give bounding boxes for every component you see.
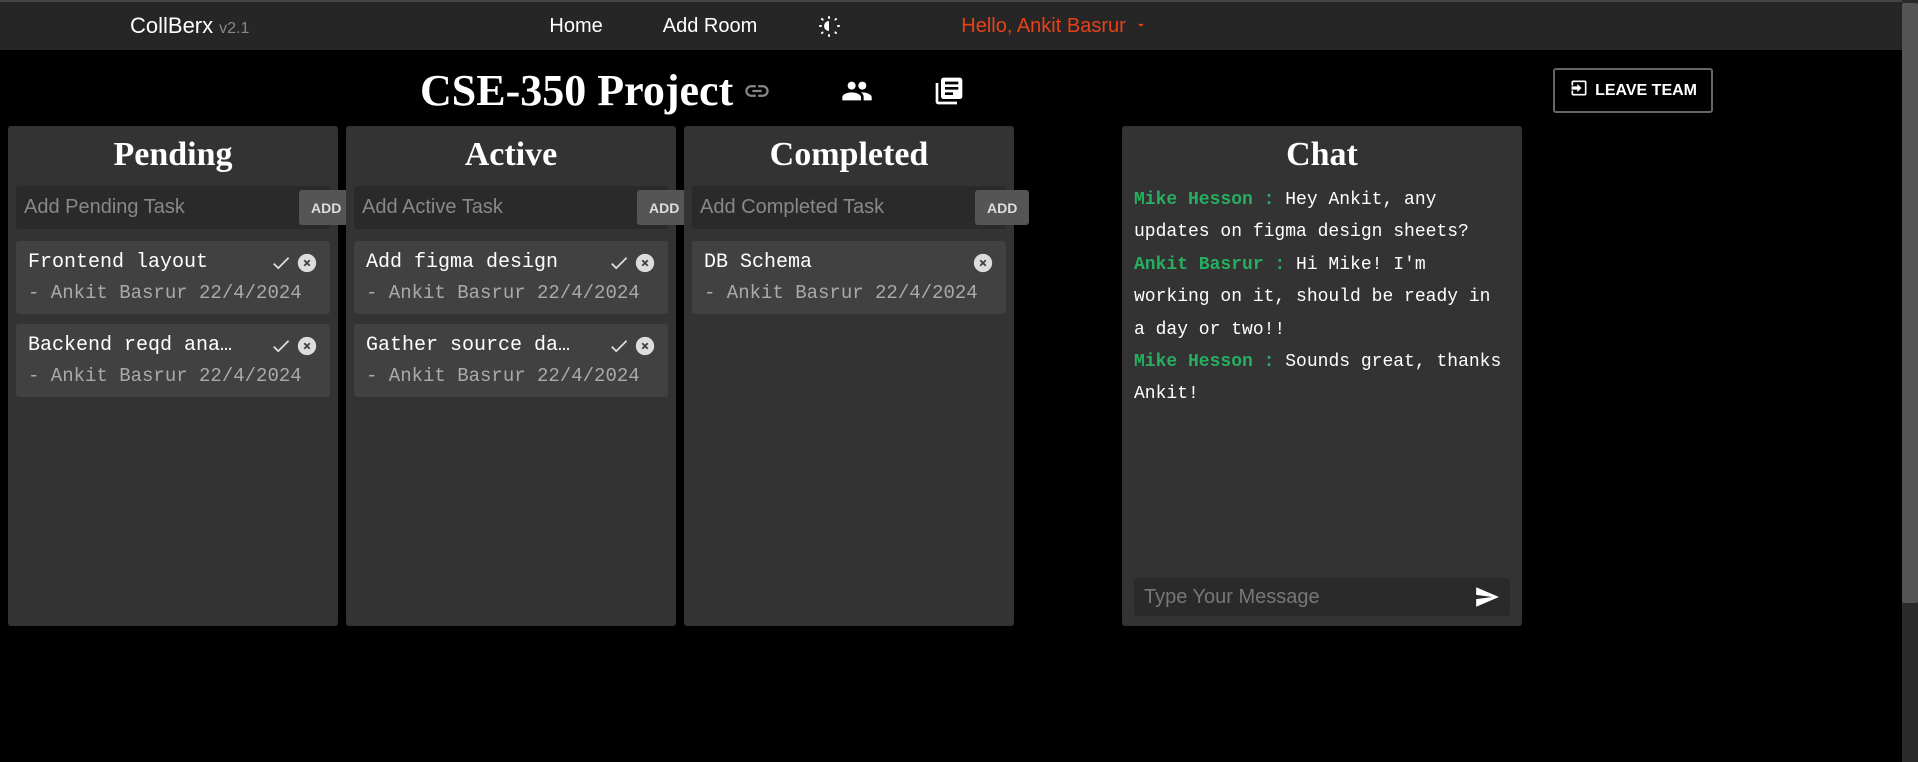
task-icons [608,335,656,357]
send-icon[interactable] [1474,584,1500,610]
chat-input-row [1134,578,1510,616]
column-title: Active [354,136,668,174]
task-icons [270,335,318,357]
add-task-row: ADD [16,186,330,229]
task-title-row: DB Schema [704,251,994,274]
task-icons [972,252,994,274]
task-title-row: Gather source data [366,334,656,357]
leave-team-button[interactable]: LEAVE TEAM [1553,68,1713,113]
close-icon[interactable] [296,335,318,357]
task-icons [608,252,656,274]
project-title-wrap: CSE-350 Project [420,65,771,116]
task-title: DB Schema [704,251,812,274]
chevron-down-icon [1134,15,1148,38]
add-task-input[interactable] [20,190,293,225]
close-icon[interactable] [972,252,994,274]
task-title: Frontend layout [28,251,208,274]
add-task-input[interactable] [696,190,969,225]
chat-messages: Mike Hesson : Hey Ankit, any updates on … [1134,184,1510,568]
project-title: CSE-350 Project [420,65,733,116]
column-title: Pending [16,136,330,174]
nav-add-room[interactable]: Add Room [663,15,758,38]
task-card[interactable]: Backend reqd analy… - Ankit Basrur 22/4/2… [16,324,330,397]
task-meta: - Ankit Basrur 22/4/2024 [704,282,994,304]
task-icons [270,252,318,274]
check-icon[interactable] [270,335,292,357]
add-task-row: ADD [692,186,1006,229]
check-icon[interactable] [270,252,292,274]
brand-name: CollBerx [130,13,213,39]
column-active: Active ADD Add figma design - Ankit Basrur … [346,126,676,626]
task-title: Gather source data [366,334,576,357]
leave-team-label: LEAVE TEAM [1595,82,1697,100]
chat-sender: Mike Hesson : [1134,190,1285,210]
link-icon[interactable] [743,77,771,105]
task-meta: - Ankit Basrur 22/4/2024 [28,282,318,304]
project-header: CSE-350 Project LEAVE TEAM [0,50,1918,126]
close-icon[interactable] [634,335,656,357]
chat-input[interactable] [1144,586,1474,609]
chat-message: Mike Hesson : Hey Ankit, any updates on … [1134,184,1510,249]
chat-sender: Mike Hesson : [1134,352,1285,372]
exit-icon [1569,78,1589,103]
scrollbar-thumb[interactable] [1902,3,1918,603]
greeting-text: Hello, Ankit Basrur [961,15,1126,38]
chat-message: Ankit Basrur : Hi Mike! I'm working on i… [1134,249,1510,346]
user-menu[interactable]: Hello, Ankit Basrur [961,15,1148,38]
close-icon[interactable] [296,252,318,274]
task-meta: - Ankit Basrur 22/4/2024 [366,282,656,304]
theme-toggle-icon[interactable] [817,14,841,38]
nav-center: Home Add Room [549,14,841,38]
navbar: CollBerx v2.1 Home Add Room Hello, Ankit… [0,0,1918,50]
header-icons [841,75,965,107]
task-title-row: Frontend layout [28,251,318,274]
chat-panel: Chat Mike Hesson : Hey Ankit, any update… [1122,126,1522,626]
column-pending: Pending ADD Frontend layout - Ankit Basrur … [8,126,338,626]
add-task-button[interactable]: ADD [975,190,1029,225]
main-content: Pending ADD Frontend layout - Ankit Basrur … [0,126,1918,626]
column-title: Completed [692,136,1006,174]
chat-message: Mike Hesson : Sounds great, thanks Ankit… [1134,346,1510,411]
chat-sender: Ankit Basrur : [1134,255,1296,275]
task-card[interactable]: Frontend layout - Ankit Basrur 22/4/2024 [16,241,330,314]
scrollbar[interactable] [1902,0,1918,762]
task-card[interactable]: Gather source data - Ankit Basrur 22/4/20… [354,324,668,397]
brand[interactable]: CollBerx v2.1 [130,13,249,39]
task-title-row: Backend reqd analy… [28,334,318,357]
check-icon[interactable] [608,252,630,274]
add-task-row: ADD [354,186,668,229]
add-task-input[interactable] [358,190,631,225]
chat-title: Chat [1134,136,1510,174]
members-icon[interactable] [841,75,873,107]
task-card[interactable]: DB Schema - Ankit Basrur 22/4/2024 [692,241,1006,314]
task-title: Add figma design [366,251,558,274]
task-title: Backend reqd analy… [28,334,238,357]
column-completed: Completed ADD DB Schema - Ankit Basrur 22/4… [684,126,1014,626]
task-meta: - Ankit Basrur 22/4/2024 [28,365,318,387]
brand-version: v2.1 [219,20,249,38]
close-icon[interactable] [634,252,656,274]
task-meta: - Ankit Basrur 22/4/2024 [366,365,656,387]
nav-home[interactable]: Home [549,15,602,38]
task-title-row: Add figma design [366,251,656,274]
library-icon[interactable] [933,75,965,107]
task-card[interactable]: Add figma design - Ankit Basrur 22/4/2024 [354,241,668,314]
check-icon[interactable] [608,335,630,357]
